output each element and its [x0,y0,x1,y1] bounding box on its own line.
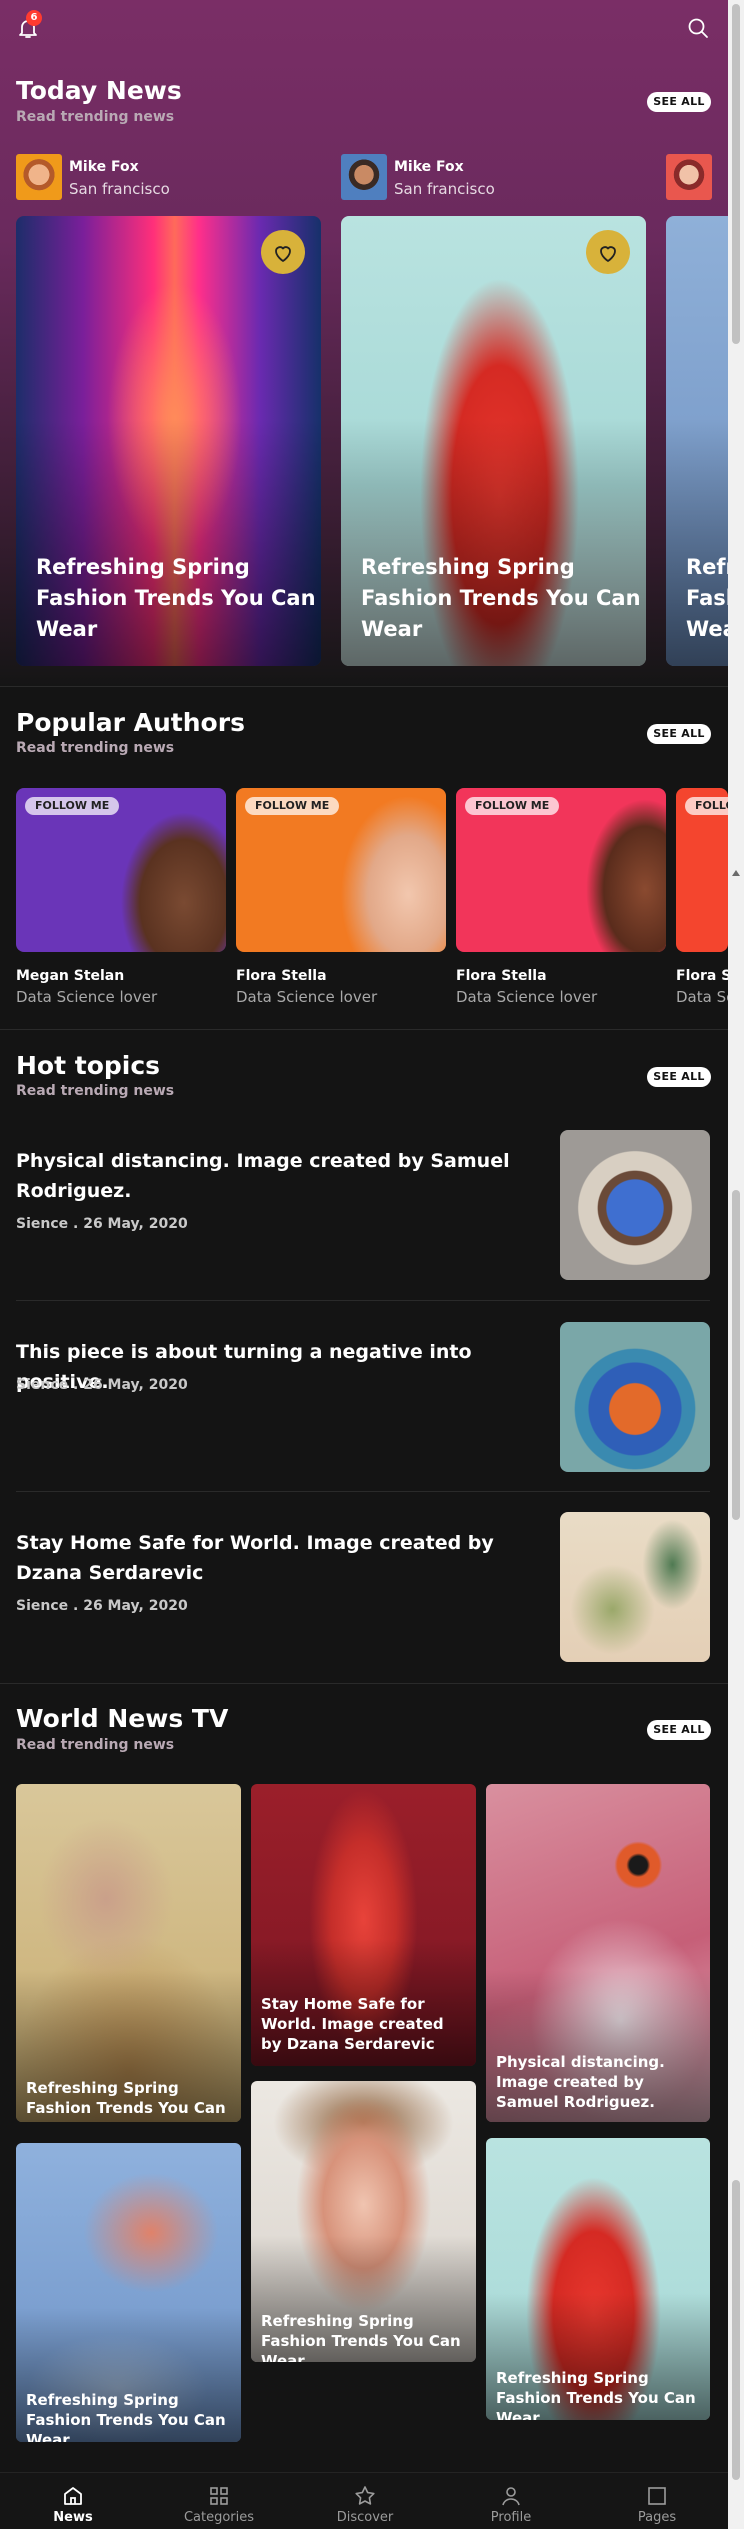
topic-thumbnail[interactable] [560,1322,710,1472]
video-caption: Refreshing Spring Fashion Trends You Can… [496,2369,696,2420]
video-card[interactable]: Refreshing Spring Fashion Trends You Can… [486,2138,710,2420]
author-chip[interactable]: Mike Fox San francisco [16,154,276,202]
author-card[interactable]: FOLLOW ME [16,788,226,952]
author-name: Flora Stella [456,968,547,984]
author-chip[interactable]: Mike Fox San francisco [341,154,601,202]
world-news-tv-see-all-button[interactable]: SEE ALL [647,1720,711,1740]
scrollbar-thumb[interactable] [732,1190,740,1520]
video-card[interactable]: Stay Home Safe for World. Image created … [251,1784,476,2066]
topic-divider [16,1300,710,1301]
topic-divider [16,1491,710,1492]
video-caption: Refreshing Spring Fashion Trends You Can… [26,2079,226,2122]
video-caption: Physical distancing. Image created by Sa… [496,2053,665,2111]
author-name: Flora Stella [236,968,327,984]
avatar [341,154,387,200]
today-news-subtitle: Read trending news [16,109,175,125]
avatar [16,154,62,200]
scrollbar-thumb[interactable] [732,2180,740,2480]
favorite-button[interactable] [261,230,305,274]
tab-label: Pages [637,2510,677,2525]
tab-label: News [53,2510,93,2525]
author-city: San francisco [69,180,170,198]
author-card[interactable]: FOLLOW ME [236,788,446,952]
notification-badge: 6 [26,10,42,26]
author-card[interactable]: FOLLOW ME [676,788,728,952]
news-card[interactable]: Refreshing Spring Fashion Trends You Can… [666,216,728,666]
tab-profile[interactable]: Profile [438,2473,584,2529]
today-news-see-all-button[interactable]: SEE ALL [647,92,711,112]
tab-label: Discover [336,2510,394,2525]
follow-button[interactable]: FOLLOW ME [25,797,120,815]
today-news-title: Today News [16,76,182,105]
topic-title[interactable]: Physical distancing. Image created by Sa… [16,1146,516,1206]
grid-icon [210,2487,228,2505]
hot-topics-title: Hot topics [16,1051,161,1080]
square-icon [648,2487,666,2505]
heart-icon [275,246,291,262]
world-news-tv-title: World News TV [16,1704,229,1733]
favorite-button[interactable] [586,230,630,274]
world-news-tv-subtitle: Read trending news [16,1737,175,1753]
hot-topics-subtitle: Read trending news [16,1083,175,1099]
author-role: Data Science lover [16,988,158,1006]
scroll-up-arrow[interactable] [732,870,740,876]
author-role: Data Science lover [456,988,598,1006]
video-caption: Refreshing Spring Fashion Trends You Can… [261,2312,461,2362]
section-divider [0,1683,728,1684]
popular-authors-title: Popular Authors [16,708,245,737]
news-app-page: 6 Today News Read trending news SEE ALL … [0,0,728,2529]
author-chip[interactable] [666,154,712,202]
topic-meta: Sience . 26 May, 2020 [16,1377,188,1393]
news-card[interactable]: Refreshing Spring Fashion Trends You Can… [341,216,646,666]
author-name: Megan Stelan [16,968,125,984]
topic-meta: Sience . 26 May, 2020 [16,1598,188,1614]
topic-thumbnail[interactable] [560,1130,710,1280]
home-icon [64,2487,82,2505]
video-card[interactable]: Refreshing Spring Fashion Trends You Can… [16,1784,241,2122]
video-card[interactable]: Refreshing Spring Fashion Trends You Can… [251,2081,476,2362]
tab-news[interactable]: News [0,2473,146,2529]
author-role: Data Science lover [676,988,728,1006]
page-scrollbar[interactable] [728,0,744,2529]
hot-topics-see-all-button[interactable]: SEE ALL [647,1067,711,1087]
topic-title[interactable]: Stay Home Safe for World. Image created … [16,1528,516,1588]
bottom-tab-bar: News Categories Discover Profile Pages [0,2472,728,2529]
author-name: Flora Stella [676,968,728,984]
tab-label: Categories [183,2510,255,2525]
popular-authors-see-all-button[interactable]: SEE ALL [647,724,711,744]
avatar [666,154,712,200]
news-card-title: Refreshing Spring Fashion Trends You Can… [361,555,641,641]
news-card-title: Refreshing Spring Fashion Trends You Can… [686,555,728,641]
video-caption: Stay Home Safe for World. Image created … [261,1995,444,2053]
tab-label: Profile [490,2510,532,2525]
tab-discover[interactable]: Discover [292,2473,438,2529]
topic-thumbnail[interactable] [560,1512,710,1662]
section-divider [0,1029,728,1030]
topic-meta: Sience . 26 May, 2020 [16,1216,188,1232]
author-city: San francisco [394,180,495,198]
news-card[interactable]: Refreshing Spring Fashion Trends You Can… [16,216,321,666]
search-icon[interactable] [686,16,710,40]
author-name: Mike Fox [69,159,139,175]
popular-authors-subtitle: Read trending news [16,740,175,756]
user-icon [502,2487,520,2506]
tab-pages[interactable]: Pages [584,2473,728,2529]
tab-categories[interactable]: Categories [146,2473,292,2529]
top-bar: 6 [0,0,728,56]
video-card[interactable]: Physical distancing. Image created by Sa… [486,1784,710,2122]
news-card-title: Refreshing Spring Fashion Trends You Can… [36,555,316,641]
follow-button[interactable]: FOLLOW ME [245,797,340,815]
follow-button[interactable]: FOLLOW ME [685,797,728,815]
video-caption: Refreshing Spring Fashion Trends You Can… [26,2391,226,2442]
heart-icon [600,246,616,262]
author-card[interactable]: FOLLOW ME [456,788,666,952]
follow-button[interactable]: FOLLOW ME [465,797,560,815]
video-card[interactable]: Refreshing Spring Fashion Trends You Can… [16,2143,241,2442]
section-divider [0,686,728,687]
author-name: Mike Fox [394,159,464,175]
star-icon [355,2486,375,2505]
scrollbar-thumb[interactable] [732,4,740,344]
author-role: Data Science lover [236,988,378,1006]
